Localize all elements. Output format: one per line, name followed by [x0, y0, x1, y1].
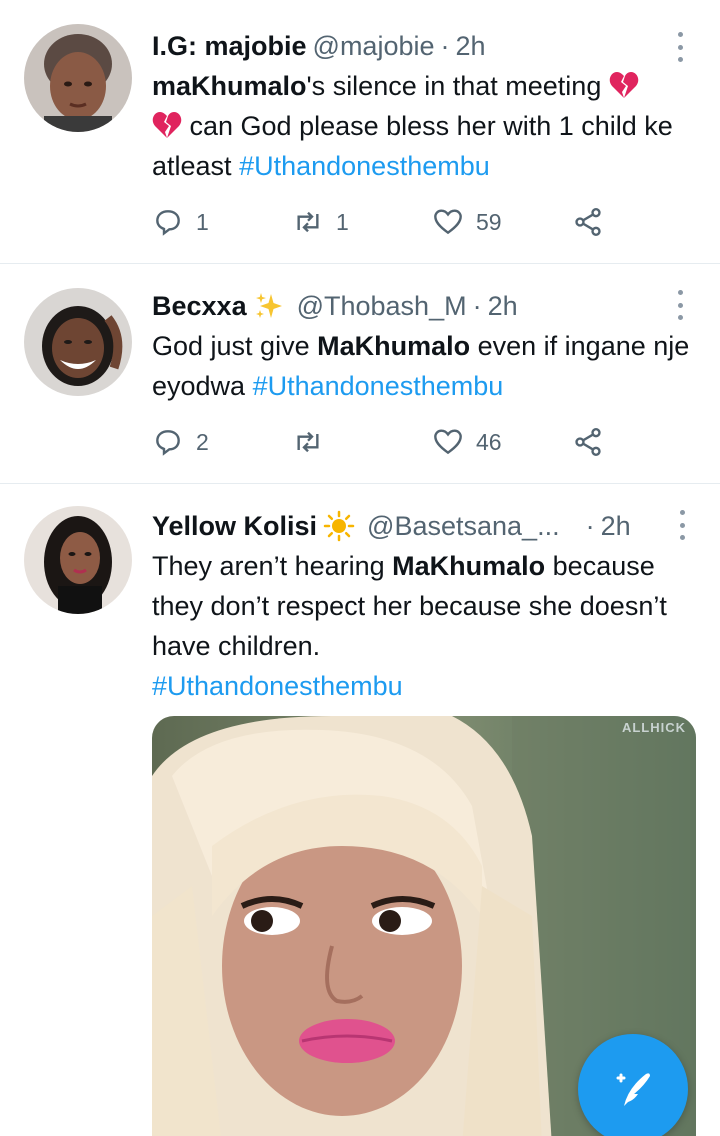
- tweet-header: Becxxa @Thobash_M · 2h: [152, 288, 660, 324]
- avatar-yellow-kolisi[interactable]: [24, 506, 132, 614]
- share-button[interactable]: [572, 426, 604, 458]
- tweet-1[interactable]: I.G: majobie @majobie · 2h maKhumalo's s…: [0, 0, 720, 264]
- tweet-text: God just give MaKhumalo even if ingane n…: [152, 326, 700, 406]
- user-handle[interactable]: @Thobash_M: [297, 291, 467, 322]
- tweet-actions: 1 1 59: [152, 202, 622, 242]
- sun-icon: [323, 510, 355, 542]
- mention-text: maKhumalo: [152, 71, 307, 101]
- tweet-header: Yellow Kolisi @Basetsana_... · 2h: [152, 508, 676, 544]
- separator-dot: ·: [472, 290, 482, 321]
- compose-tweet-icon: [616, 1073, 650, 1106]
- mention-text: MaKhumalo: [392, 551, 546, 581]
- timestamp[interactable]: 2h: [456, 31, 486, 62]
- like-button[interactable]: 59: [432, 206, 572, 238]
- heart-icon: [434, 209, 462, 235]
- broken-heart-icon: [152, 112, 182, 138]
- more-options-icon[interactable]: [670, 32, 690, 62]
- compose-tweet-button[interactable]: [578, 1034, 688, 1136]
- timestamp[interactable]: 2h: [488, 291, 518, 322]
- retweet-icon: [297, 431, 319, 453]
- separator-dot: ·: [585, 510, 595, 541]
- text-segment: God just give: [152, 331, 318, 361]
- text-segment: 's silence in that meeting: [306, 71, 609, 101]
- avatar-becxxa[interactable]: [24, 288, 132, 396]
- more-options-icon[interactable]: [670, 290, 690, 320]
- media-watermark: ALLHICK: [621, 720, 686, 735]
- hashtag-link[interactable]: #Uthandonesthembu: [239, 151, 490, 181]
- reply-button[interactable]: 2: [152, 426, 292, 458]
- display-name[interactable]: Becxxa: [152, 291, 247, 322]
- reply-count: 1: [196, 208, 209, 235]
- reply-count: 2: [196, 428, 209, 455]
- separator-dot: ·: [440, 30, 450, 61]
- hashtag-link[interactable]: #Uthandonesthembu: [152, 671, 403, 701]
- retweet-button[interactable]: [292, 426, 432, 458]
- avatar-majobie[interactable]: [24, 24, 132, 132]
- heart-icon: [434, 429, 462, 455]
- text-segment: They aren’t hearing: [152, 551, 393, 581]
- share-button[interactable]: [572, 206, 604, 238]
- sparkles-icon: [255, 293, 282, 318]
- tweet-header: I.G: majobie @majobie · 2h: [152, 28, 660, 64]
- reply-icon: [156, 210, 180, 236]
- display-name[interactable]: I.G: majobie: [152, 31, 307, 62]
- retweet-button[interactable]: 1: [292, 206, 432, 238]
- retweet-icon: [297, 211, 319, 233]
- more-options-icon[interactable]: [672, 510, 692, 540]
- like-button[interactable]: 46: [432, 426, 572, 458]
- share-icon: [575, 428, 601, 456]
- reply-icon: [156, 430, 180, 456]
- tweet-2[interactable]: Becxxa @Thobash_M · 2h God just give MaK…: [0, 264, 720, 484]
- like-count: 46: [476, 428, 502, 455]
- user-handle[interactable]: @Basetsana_...: [367, 511, 560, 542]
- tweet-actions: 2 46: [152, 422, 622, 462]
- display-name[interactable]: Yellow Kolisi: [152, 511, 317, 542]
- broken-heart-icon: [609, 72, 639, 98]
- reply-button[interactable]: 1: [152, 206, 292, 238]
- hashtag-link[interactable]: #Uthandonesthembu: [253, 371, 504, 401]
- share-icon: [575, 208, 601, 236]
- timestamp[interactable]: 2h: [601, 511, 631, 542]
- tweet-text: They aren’t hearing MaKhumalo because th…: [152, 546, 700, 706]
- retweet-count: 1: [336, 208, 349, 235]
- tweet-text: maKhumalo's silence in that meeting can …: [152, 66, 700, 186]
- user-handle[interactable]: @majobie: [313, 31, 435, 62]
- mention-text: MaKhumalo: [317, 331, 471, 361]
- like-count: 59: [476, 208, 502, 235]
